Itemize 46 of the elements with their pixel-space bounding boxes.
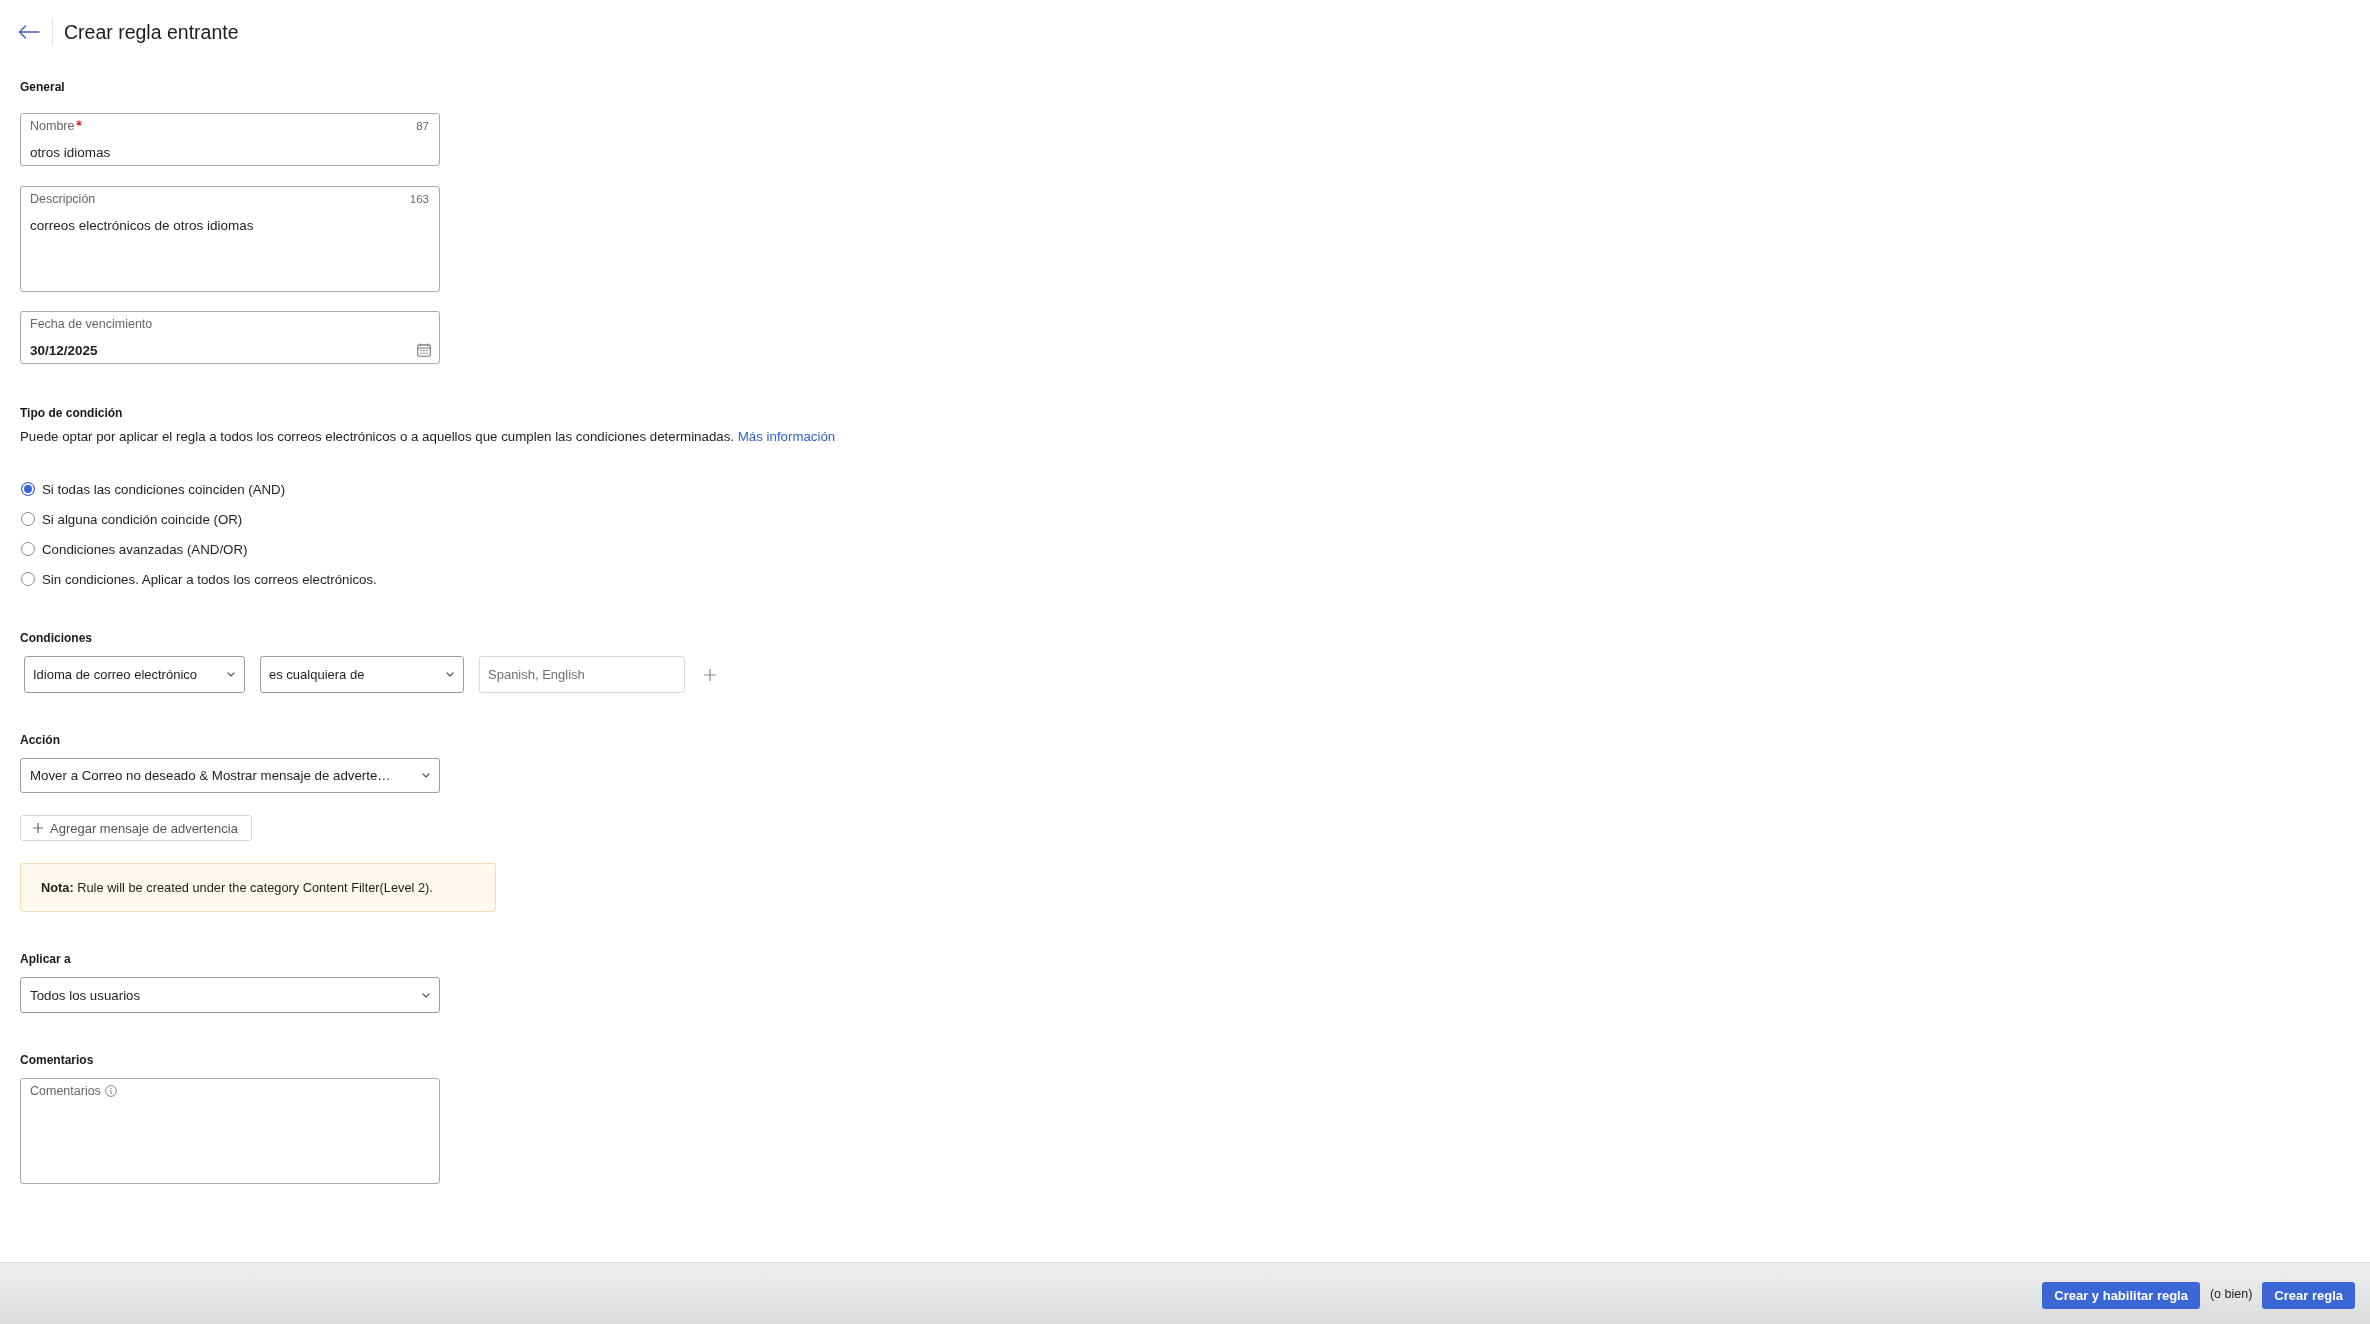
add-warning-button[interactable]: Agregar mensaje de advertencia	[20, 815, 252, 841]
field-dropdown[interactable]: Idioma de correo electrónico	[24, 656, 245, 693]
comments-area[interactable]: Comentarios	[20, 1078, 440, 1184]
section-heading: Acción	[20, 732, 60, 748]
radio-button[interactable]	[21, 512, 35, 526]
page-title: Crear regla entrante	[64, 20, 239, 44]
section-heading: Aplicar a	[20, 951, 71, 967]
action-dropdown[interactable]: Mover a Correo no deseado & Mostrar mensaje de adverte…	[20, 758, 440, 793]
chevron-down-icon	[422, 773, 430, 778]
section-heading: Condiciones	[20, 630, 92, 646]
text-area[interactable]: Descripción 163 correos electrónicos de otros idiomas	[20, 186, 440, 292]
field-label: Comentarios	[30, 1084, 101, 1098]
apply-to-dropdown[interactable]: Todos los usuarios	[20, 977, 440, 1013]
section-heading: General	[20, 79, 65, 95]
text-field[interactable]: Nombre 87 otros idiomas	[20, 113, 440, 166]
calendar-icon[interactable]	[417, 343, 431, 357]
chevron-down-icon	[446, 672, 454, 677]
field-label: Descripción	[30, 192, 96, 206]
section-heading: Tipo de condición	[20, 405, 123, 421]
plus-icon[interactable]	[704, 668, 716, 681]
radio-button[interactable]	[21, 482, 35, 496]
note-text: Nota: Rule will be created under the category Content Filter(Level 2).	[41, 880, 433, 895]
radio-button[interactable]	[21, 572, 35, 586]
character-counter: 87	[416, 120, 429, 132]
field-label: Fecha de vencimiento	[30, 317, 153, 331]
section-heading: Comentarios	[20, 1052, 94, 1068]
separator-text: (o bien)	[2209, 1286, 2253, 1301]
option-label[interactable]: Sin condiciones. Aplicar a todos los correos electrónicos.	[42, 571, 377, 587]
description-text: Puede optar por aplicar el regla a todos los correos electrónicos o a aquellos que cumplen las condiciones determinadas. Más información	[20, 428, 836, 446]
primary-button[interactable]: Crear regla	[2262, 1281, 2355, 1309]
plus-icon	[33, 823, 43, 833]
info-icon[interactable]	[104, 1085, 117, 1097]
operator-dropdown[interactable]: es cualquiera de	[260, 656, 464, 693]
chevron-down-icon	[422, 992, 430, 998]
option-label[interactable]: Condiciones avanzadas (AND/OR)	[42, 541, 248, 557]
option-label[interactable]: Si todas las condiciones coinciden (AND)	[42, 481, 286, 497]
more-info-link[interactable]: Más información	[737, 429, 836, 444]
radio-button[interactable]	[21, 542, 35, 556]
primary-button[interactable]: Crear y habilitar regla	[2042, 1281, 2200, 1309]
field-label: Nombre	[30, 119, 75, 133]
arrow-left-icon[interactable]	[18, 25, 40, 39]
value-input[interactable]: Spanish, English	[479, 656, 685, 693]
character-counter: 163	[409, 193, 429, 205]
option-label[interactable]: Si alguna condición coincide (OR)	[42, 511, 243, 527]
chevron-down-icon	[227, 672, 235, 677]
date-field[interactable]: Fecha de vencimiento 30/12/2025	[20, 311, 440, 364]
